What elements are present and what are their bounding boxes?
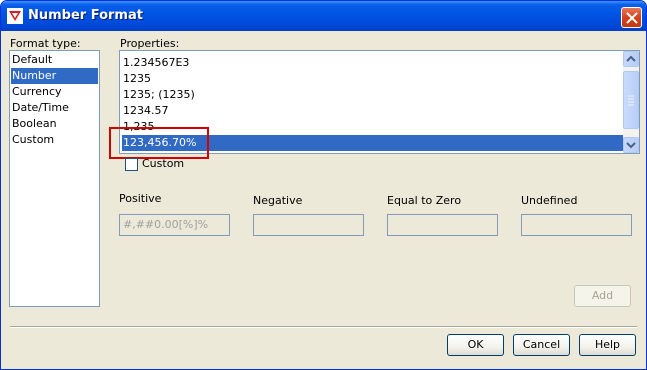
close-button[interactable] <box>621 7 642 28</box>
cancel-button[interactable]: Cancel <box>513 334 570 356</box>
annotation-highlight <box>109 127 209 159</box>
format-type-item-default[interactable]: Default <box>11 52 98 68</box>
scroll-down-button[interactable] <box>623 137 639 153</box>
properties-item[interactable]: 1234.57 <box>122 103 623 119</box>
scroll-up-button[interactable] <box>623 51 639 67</box>
equal-to-zero-field[interactable] <box>387 214 498 236</box>
window-title: Number Format <box>28 8 143 23</box>
title-bar: Number Format <box>1 1 646 31</box>
chevron-up-icon <box>626 55 636 62</box>
custom-checkbox[interactable] <box>125 158 138 171</box>
negative-field[interactable] <box>253 214 364 236</box>
properties-scrollbar[interactable] <box>623 51 639 153</box>
format-type-label: Format type: <box>10 37 81 50</box>
app-icon <box>7 8 23 24</box>
add-button[interactable]: Add <box>574 285 631 307</box>
custom-checkbox-label: Custom <box>142 157 185 170</box>
equal-to-zero-label: Equal to Zero <box>387 194 462 207</box>
undefined-label: Undefined <box>521 194 578 207</box>
properties-item[interactable]: 1235; (1235) <box>122 87 623 103</box>
chevron-down-icon <box>626 142 636 149</box>
positive-label: Positive <box>119 192 162 205</box>
format-type-item-boolean[interactable]: Boolean <box>11 116 98 132</box>
format-type-item-number[interactable]: Number <box>11 68 98 84</box>
close-icon <box>626 12 638 24</box>
help-button[interactable]: Help <box>579 334 636 356</box>
separator <box>10 326 637 328</box>
number-format-dialog: Number Format Format type: Default Numbe… <box>0 0 647 370</box>
format-type-list[interactable]: Default Number Currency Date/Time Boolea… <box>9 50 100 307</box>
properties-item[interactable]: 1.234567E3 <box>122 55 623 71</box>
properties-item[interactable]: 1235 <box>122 71 623 87</box>
grip-icon <box>628 95 634 106</box>
format-type-item-custom[interactable]: Custom <box>11 132 98 148</box>
format-type-item-currency[interactable]: Currency <box>11 84 98 100</box>
format-type-item-datetime[interactable]: Date/Time <box>11 100 98 116</box>
scroll-thumb[interactable] <box>623 71 639 129</box>
undefined-field[interactable] <box>521 214 632 236</box>
negative-label: Negative <box>253 194 303 207</box>
positive-field[interactable]: #,##0.00[%]% <box>119 214 230 236</box>
ok-button[interactable]: OK <box>447 334 504 356</box>
properties-label: Properties: <box>120 37 180 50</box>
